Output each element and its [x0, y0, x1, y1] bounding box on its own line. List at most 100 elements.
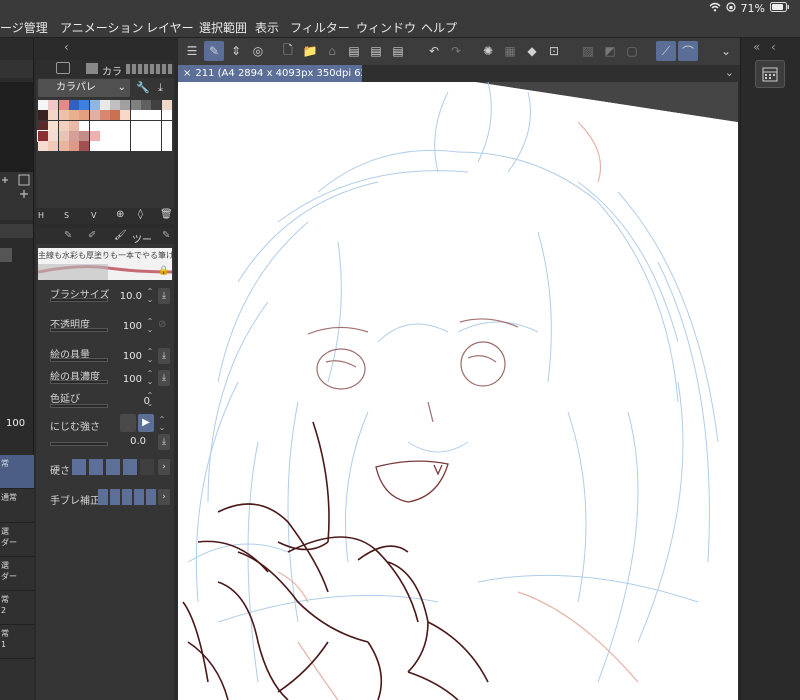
paint-amount-slider[interactable]: [50, 358, 108, 362]
stabilization-segment[interactable]: [122, 489, 132, 505]
color-swatch[interactable]: [48, 100, 59, 110]
paint-amount-stepper[interactable]: ⌃ ⌄: [144, 348, 156, 364]
hardness-segment[interactable]: [106, 459, 120, 475]
opacity-slider[interactable]: [50, 328, 108, 332]
color-stretch-slider[interactable]: [50, 404, 108, 408]
layer-row[interactable]: 通常: [0, 489, 34, 523]
color-swatch[interactable]: [89, 141, 100, 152]
hardness-segment[interactable]: [89, 459, 103, 475]
download-icon[interactable]: ⤓: [158, 81, 163, 95]
color-swatch[interactable]: [58, 100, 69, 110]
ruler-icon[interactable]: ⟋: [656, 41, 676, 61]
color-swatch[interactable]: [38, 141, 48, 152]
color-swatch[interactable]: [141, 141, 151, 152]
selection-icon[interactable]: ▢: [622, 41, 642, 61]
chevron-updown-icon[interactable]: ⇕: [226, 41, 246, 61]
color-swatch[interactable]: [130, 120, 141, 131]
menu-page-management[interactable]: ージ管理: [0, 19, 48, 36]
play-icon[interactable]: ▶: [138, 414, 154, 432]
paint-amount-menu-icon[interactable]: ⤓: [158, 348, 170, 364]
close-icon[interactable]: ×: [183, 68, 191, 79]
paint-density-value[interactable]: 100: [112, 374, 142, 385]
color-swatch[interactable]: [130, 100, 141, 110]
wrench-icon[interactable]: 🔧: [136, 81, 150, 94]
saturation-button[interactable]: S: [64, 211, 69, 220]
menu-animation[interactable]: アニメーション: [60, 19, 144, 36]
color-swatch[interactable]: [120, 120, 131, 131]
canvas-area[interactable]: [178, 82, 738, 700]
opacity-stepper[interactable]: ⌃ ⌄: [144, 318, 156, 334]
blend-strength-value[interactable]: 0.0: [116, 436, 146, 447]
color-swatch[interactable]: [141, 100, 151, 110]
color-swatch[interactable]: [99, 130, 110, 141]
color-swatch[interactable]: [68, 130, 79, 141]
color-swatch[interactable]: [141, 130, 151, 141]
color-swatch[interactable]: [89, 110, 100, 121]
color-swatch[interactable]: [110, 130, 121, 141]
color-swatch[interactable]: [58, 130, 69, 141]
add-color-icon[interactable]: ⊕: [116, 209, 124, 220]
layer-row[interactable]: 常: [0, 455, 34, 489]
color-swatch[interactable]: [48, 110, 59, 121]
stabilization-segment[interactable]: [110, 489, 120, 505]
color-swatch[interactable]: [48, 130, 59, 141]
hardness-segment[interactable]: [140, 459, 154, 475]
color-swatch[interactable]: [38, 120, 48, 131]
blend-mode-icon[interactable]: [120, 414, 136, 432]
open-folder-icon[interactable]: 📁: [300, 41, 320, 61]
color-swatch[interactable]: [79, 141, 90, 152]
chevron-left-icon[interactable]: ‹: [771, 40, 776, 54]
spiral-icon[interactable]: ◎: [248, 41, 268, 61]
layer-row[interactable]: 常2: [0, 591, 34, 625]
layer-row[interactable]: 選ダー: [0, 557, 34, 591]
color-swatch[interactable]: [161, 110, 172, 121]
transform-icon[interactable]: ⊡: [544, 41, 564, 61]
layer-row[interactable]: 常1: [0, 625, 34, 659]
fill-icon[interactable]: ◆: [522, 41, 542, 61]
brush-size-menu-icon[interactable]: ⤓: [158, 288, 170, 304]
pencil-tab-icon[interactable]: ✐: [88, 230, 96, 241]
export-png-icon[interactable]: ▤: [366, 41, 386, 61]
palette-tab-label[interactable]: カラ: [102, 63, 122, 78]
palette-set-dropdown[interactable]: カラパレ ⌄: [38, 79, 130, 97]
brush-size-slider[interactable]: [50, 298, 108, 302]
color-swatch[interactable]: [120, 100, 131, 110]
chevron-down-icon[interactable]: ⌄: [716, 41, 736, 61]
color-swatch[interactable]: [120, 141, 131, 152]
brush-size-stepper[interactable]: ⌃ ⌄: [144, 288, 156, 304]
brush-tab-icon[interactable]: 🖌: [114, 230, 127, 241]
color-swatch[interactable]: [110, 120, 121, 131]
color-swatch[interactable]: [99, 110, 110, 121]
color-swatch[interactable]: [151, 130, 162, 141]
color-swatch[interactable]: [58, 141, 69, 152]
stabilization-segment[interactable]: [146, 489, 156, 505]
palette-tab-icon[interactable]: [86, 63, 98, 74]
color-circle-tab-icon[interactable]: [56, 62, 70, 74]
hardness-chevron-icon[interactable]: ›: [158, 459, 170, 475]
export-jpg-icon[interactable]: ▤: [344, 41, 364, 61]
clear-selection-icon[interactable]: ▨: [578, 41, 598, 61]
paint-density-stepper[interactable]: ⌃ ⌄: [144, 370, 156, 386]
trash-icon[interactable]: 🗑: [160, 209, 173, 220]
color-swatch[interactable]: [58, 120, 69, 131]
export-psd-icon[interactable]: ▤: [388, 41, 408, 61]
grid-icon[interactable]: ▦: [500, 41, 520, 61]
color-swatch[interactable]: [130, 141, 141, 152]
drawing-canvas[interactable]: [178, 82, 738, 700]
color-swatch[interactable]: [151, 110, 162, 121]
color-swatch[interactable]: [79, 120, 90, 131]
color-swatch[interactable]: [151, 120, 162, 131]
color-swatch[interactable]: [48, 120, 59, 131]
color-swatch[interactable]: [141, 110, 151, 121]
curve-icon[interactable]: ⌒: [678, 41, 698, 61]
color-swatch[interactable]: [58, 110, 69, 121]
menu-selection[interactable]: 選択範囲: [199, 19, 247, 36]
other-tabs-icon[interactable]: [126, 64, 174, 74]
blend-strength-slider[interactable]: [50, 442, 108, 446]
color-swatch[interactable]: [161, 120, 172, 131]
menu-view[interactable]: 表示: [255, 19, 279, 36]
stabilization-segment[interactable]: [134, 489, 144, 505]
hardness-segment[interactable]: [123, 459, 137, 475]
color-swatch[interactable]: [89, 120, 100, 131]
calendar-panel-button[interactable]: [755, 60, 785, 88]
